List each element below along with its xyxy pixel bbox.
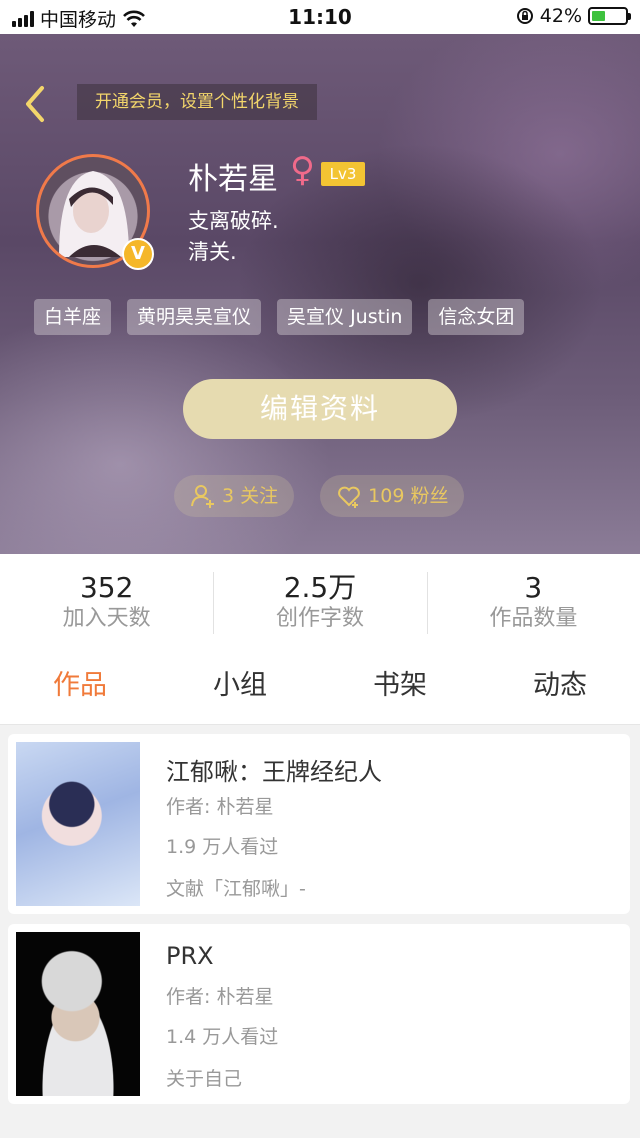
status-bar: 中国移动 11:10 42%	[0, 0, 640, 34]
battery-percent: 42%	[539, 5, 582, 27]
tag-item[interactable]: 白羊座	[34, 299, 112, 335]
work-tag: 文献「江郁啾」-	[166, 878, 306, 900]
status-right: 42%	[516, 5, 631, 27]
work-card[interactable]: PRX 作者: 朴若星 1.4 万人看过 关于自己	[8, 924, 630, 1104]
tag-list: 白羊座 黄明昊吴宣仪 吴宣仪 Justin 信念女团	[34, 299, 525, 335]
following-count: 3 关注	[222, 485, 279, 507]
tag-item[interactable]: 吴宣仪 Justin	[277, 299, 413, 335]
stat-value: 3	[524, 571, 543, 604]
tag-item[interactable]: 黄明昊吴宣仪	[127, 299, 262, 335]
work-views: 1.9 万人看过	[166, 836, 279, 858]
username: 朴若星	[188, 162, 278, 197]
stat-value: 352	[79, 571, 134, 604]
followers-count: 109 粉丝	[368, 485, 449, 507]
tab-bookshelf[interactable]: 书架	[320, 646, 480, 724]
work-tag: 关于自己	[166, 1068, 243, 1090]
work-cover-image	[16, 932, 140, 1096]
back-icon[interactable]	[20, 84, 50, 124]
stat-value: 2.5万	[283, 571, 357, 604]
stat-label: 创作字数	[275, 606, 364, 631]
add-user-icon	[191, 485, 214, 508]
stat-days: 352 加入天数	[0, 554, 213, 646]
battery-icon	[588, 7, 631, 25]
level-badge: Lv3	[321, 162, 365, 186]
verified-badge-icon: V	[122, 238, 154, 270]
stat-works: 3 作品数量	[426, 554, 640, 646]
female-icon: ♀	[290, 150, 315, 190]
stat-label: 加入天数	[62, 606, 151, 631]
followers-button[interactable]: 109 粉丝	[320, 475, 465, 517]
bio-line: 支离破碎.	[188, 209, 279, 233]
work-title: 江郁啾：王牌经纪人	[166, 758, 382, 786]
stat-words: 2.5万 创作字数	[213, 554, 426, 646]
work-card[interactable]: 江郁啾：王牌经纪人 作者: 朴若星 1.9 万人看过 文献「江郁啾」-	[8, 734, 630, 914]
follow-stats: 3 关注 109 粉丝	[174, 475, 465, 517]
tab-bar: 作品 小组 书架 动态	[0, 646, 640, 725]
work-author: 作者: 朴若星	[166, 796, 274, 818]
tab-activity[interactable]: 动态	[480, 646, 640, 724]
work-cover-image	[16, 742, 140, 906]
stats-row: 352 加入天数 2.5万 创作字数 3 作品数量	[0, 554, 640, 646]
profile-header: 开通会员，设置个性化背景 V 朴若星 ♀ Lv3 支离破碎. 清关. 白羊座 黄…	[0, 34, 640, 554]
bio-line: 清关.	[188, 240, 237, 264]
work-views: 1.4 万人看过	[166, 1026, 279, 1048]
following-button[interactable]: 3 关注	[174, 475, 295, 517]
edit-profile-button[interactable]: 编辑资料	[183, 379, 457, 439]
bio: 支离破碎. 清关.	[188, 206, 279, 268]
vip-background-banner[interactable]: 开通会员，设置个性化背景	[77, 84, 317, 120]
heart-icon	[338, 486, 361, 508]
stat-label: 作品数量	[489, 606, 578, 631]
work-author: 作者: 朴若星	[166, 986, 274, 1008]
work-title: PRX	[166, 942, 214, 970]
tab-groups[interactable]: 小组	[160, 646, 320, 724]
rotation-lock-icon	[516, 8, 533, 24]
tag-item[interactable]: 信念女团	[428, 299, 525, 335]
tab-works[interactable]: 作品	[0, 646, 160, 724]
